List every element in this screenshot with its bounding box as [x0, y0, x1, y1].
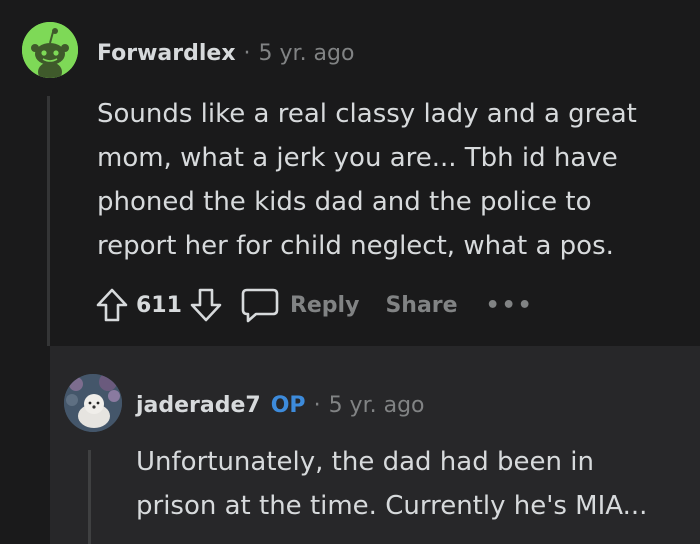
reddit-snoo-icon: [22, 22, 78, 78]
separator: ·: [243, 40, 251, 66]
comment-actions: 611 Reply Share •••: [92, 284, 534, 326]
upvote-icon[interactable]: [92, 285, 132, 325]
reply-body: Unfortunately, the dad had been in priso…: [136, 447, 648, 521]
more-options-icon[interactable]: •••: [486, 293, 534, 318]
reply-button[interactable]: Reply: [240, 285, 360, 325]
op-badge: OP: [270, 392, 306, 418]
separator: ·: [313, 392, 321, 418]
share-button[interactable]: Share: [385, 293, 457, 318]
reply-header: jaderade7 OP · 5 yr. ago: [136, 390, 425, 420]
comment-bubble-icon: [240, 285, 280, 325]
downvote-icon[interactable]: [186, 285, 226, 325]
thread-line[interactable]: [88, 450, 91, 544]
comment-body: Sounds like a real classy lady and a gre…: [97, 99, 637, 261]
user-avatar-image: [64, 374, 122, 432]
comment-author[interactable]: Forwardlex: [97, 41, 236, 66]
thread-line[interactable]: [47, 96, 50, 346]
comment-header: Forwardlex · 5 yr. ago: [97, 38, 354, 68]
reply-timestamp[interactable]: 5 yr. ago: [329, 393, 425, 418]
reply-author[interactable]: jaderade7: [136, 393, 261, 418]
comment-timestamp[interactable]: 5 yr. ago: [259, 41, 355, 66]
vote-score: 611: [136, 292, 182, 318]
reply-label: Reply: [289, 292, 360, 318]
avatar[interactable]: [22, 22, 78, 78]
avatar[interactable]: [64, 374, 122, 432]
